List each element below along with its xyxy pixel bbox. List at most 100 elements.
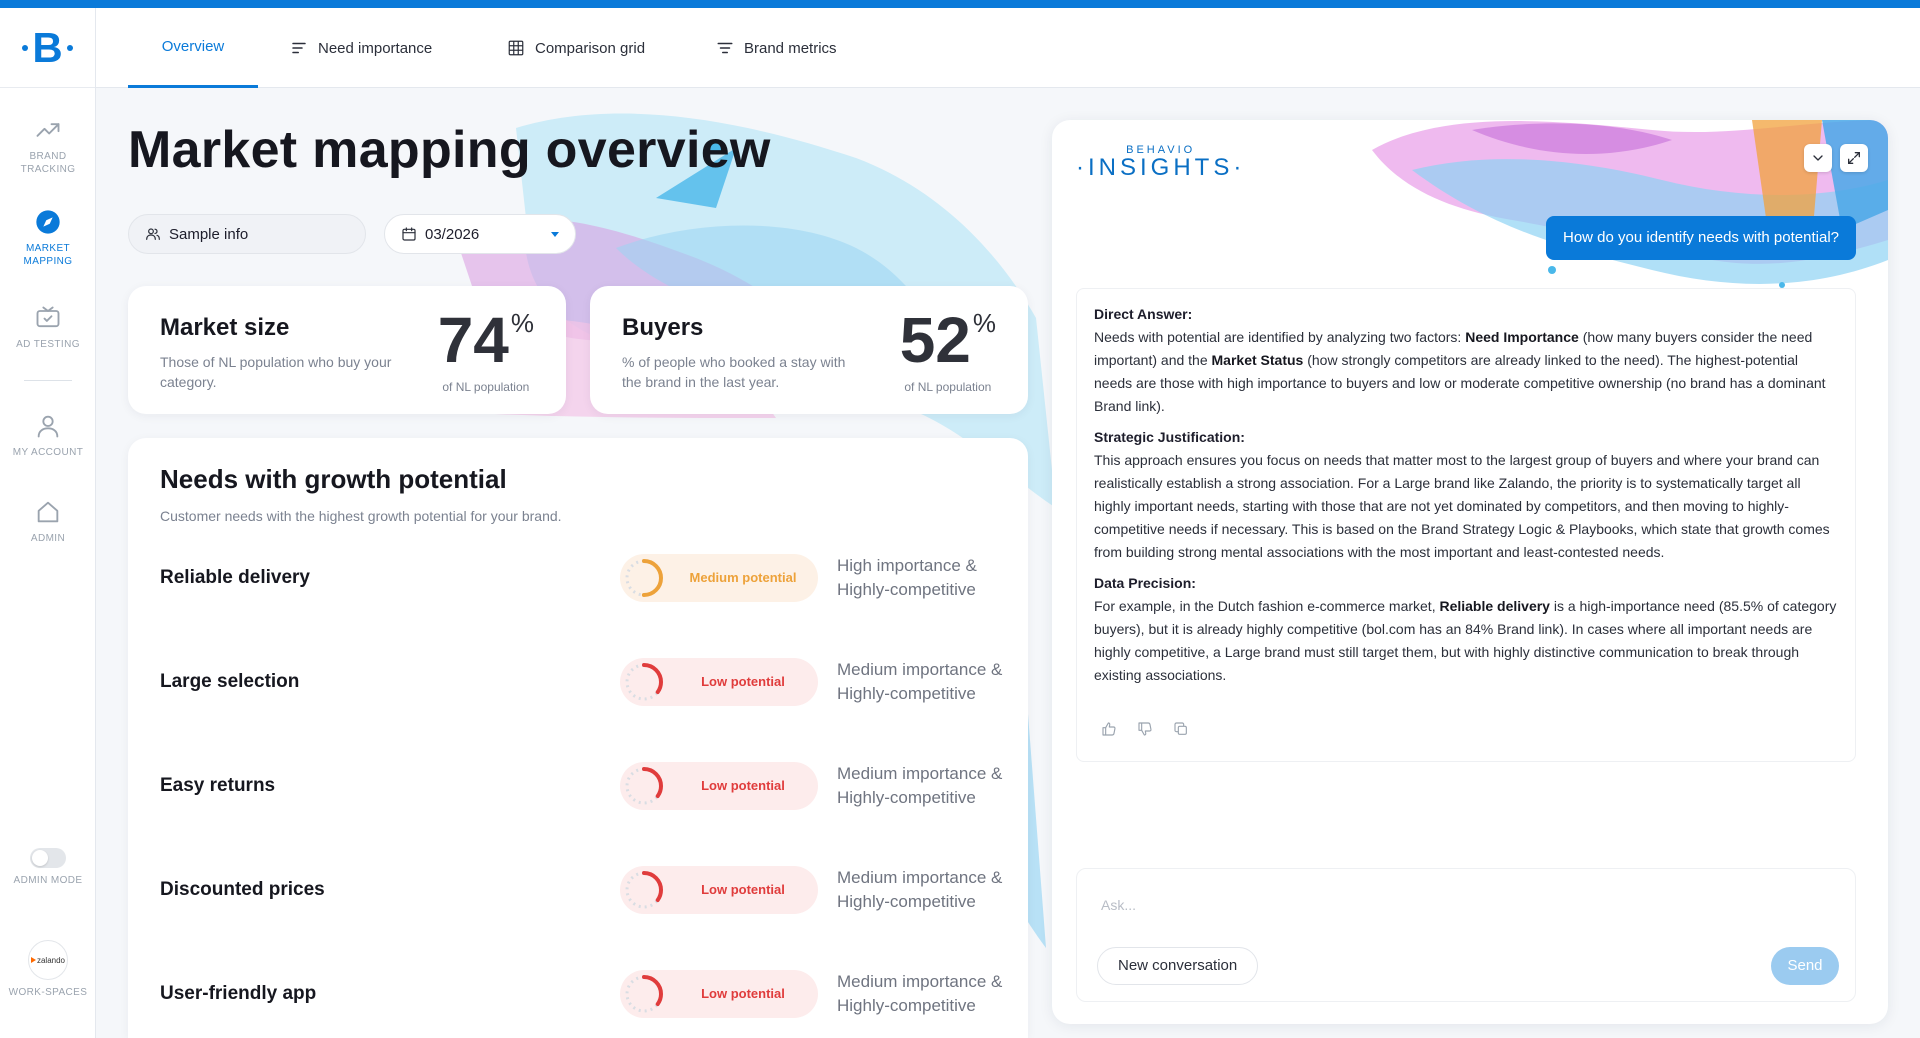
need-row[interactable]: Reliable delivery Medium potential High im… (160, 526, 1000, 630)
need-status: Medium importance & Highly-competitive (837, 972, 1003, 1015)
stat-title: Buyers (622, 314, 704, 341)
workspace-logo: zalando (28, 940, 68, 980)
grid-icon (508, 40, 524, 56)
workspace-logo-text: zalando (36, 955, 66, 965)
home-icon (37, 501, 59, 523)
tab-comparison-grid[interactable]: Comparison grid (507, 8, 645, 88)
need-row[interactable]: Large selection Low potential Medium impor… (160, 630, 1002, 734)
admin-mode-toggle[interactable] (30, 848, 66, 868)
need-status: Medium importance & Highly-competitive (837, 660, 1003, 703)
top-nav: Overview Need importance Comparison grid… (96, 8, 1920, 88)
tab-need-importance[interactable]: Need importance (290, 8, 432, 88)
ask-input[interactable] (1101, 893, 1801, 917)
bars-icon (292, 42, 306, 54)
sidebar-divider (24, 380, 72, 381)
need-name: Discounted prices (160, 879, 325, 900)
copy-icon[interactable] (1173, 721, 1189, 737)
date-select[interactable]: 03/2026 (384, 214, 576, 254)
need-name: Reliable delivery (160, 567, 310, 588)
sidebar-item-label: MY ACCOUNT (12, 447, 84, 458)
expand-button[interactable] (1840, 144, 1868, 172)
need-status: Medium importance & Highly-competitive (837, 868, 1003, 911)
precision-text: For example, in the Dutch fashion e-comm… (1094, 595, 1838, 687)
thumbs-down-icon[interactable] (1137, 721, 1153, 737)
sidebar-item-my-account[interactable]: MY ACCOUNT (0, 412, 96, 459)
direct-answer-text: Needs with potential are identified by a… (1094, 326, 1838, 418)
user-question-bubble: How do you identify needs with potential… (1545, 216, 1856, 260)
filter-icon (717, 42, 733, 54)
zalando-logo-mark (30, 957, 36, 963)
needs-subtitle: Customer needs with the highest growth p… (160, 508, 562, 524)
needs-title: Needs with growth potential (160, 464, 507, 494)
need-status: High importance & Highly-competitive (837, 556, 977, 599)
sidebar-item-label: ADMIN MODE (13, 875, 83, 886)
precision-heading: Data Precision: (1094, 575, 1196, 591)
insights-chat-panel: BEHAVIO ·INSIGHTS· How do you identify n… (1052, 120, 1888, 1024)
need-status: Medium importance & Highly-competitive (837, 764, 1003, 807)
expand-icon (1848, 152, 1860, 164)
sample-info-label: Sample info (169, 225, 249, 243)
top-accent-bar (0, 0, 1920, 8)
trend-line-icon (36, 123, 60, 137)
collapse-button[interactable] (1804, 144, 1832, 172)
potential-gauge (625, 767, 663, 805)
text-run: Needs with potential are identified by a… (1094, 329, 1466, 345)
stat-title: Market size (160, 314, 290, 341)
page-title: Market mapping overview (128, 121, 771, 179)
tab-label: Overview (161, 38, 225, 55)
calendar-icon (402, 227, 416, 241)
potential-gauge (625, 975, 663, 1013)
need-row[interactable]: User-friendly app Low potential Medium imp… (160, 942, 1002, 1038)
insights-logo: BEHAVIO ·INSIGHTS· (1076, 144, 1245, 180)
stat-value: 52 (899, 304, 971, 376)
potential-gauge (625, 663, 663, 701)
tv-check-icon (36, 306, 60, 328)
potential-badge: Medium potential (620, 554, 818, 602)
sample-info-button[interactable]: Sample info (128, 214, 366, 254)
chevron-down-icon (551, 231, 559, 237)
buyers-card: Buyers % of people who booked a stay wit… (590, 286, 1028, 414)
sidebar-item-brand-tracking[interactable]: BRAND TRACKING (0, 116, 96, 176)
need-name: User-friendly app (160, 983, 317, 1004)
stat-value: 74 (437, 304, 509, 376)
stat-unit: % (510, 308, 534, 338)
potential-label: Low potential (701, 882, 785, 897)
sidebar-item-label: ADMIN (30, 533, 66, 544)
sidebar-item-admin[interactable]: ADMIN (0, 498, 96, 545)
sidebar-item-label: AD TESTING (16, 339, 80, 350)
thumbs-up-icon[interactable] (1101, 721, 1117, 737)
date-value: 03/2026 (425, 225, 480, 243)
market-size-card: Market size Those of NL population who b… (128, 286, 566, 414)
stat-description: Those of NL population who buy your cate… (160, 354, 392, 390)
potential-label: Low potential (701, 778, 785, 793)
tab-label: Brand metrics (744, 39, 837, 57)
new-conversation-button[interactable]: New conversation (1097, 947, 1259, 985)
tab-label: Comparison grid (535, 39, 646, 57)
send-button[interactable]: Send (1771, 947, 1839, 985)
potential-badge: Low potential (620, 762, 818, 810)
need-row[interactable]: Discounted prices Low potential Medium imp… (160, 838, 1002, 942)
app-logo[interactable]: B (0, 8, 95, 88)
tab-overview[interactable]: Overview (128, 8, 258, 88)
sidebar-item-label: BRAND TRACKING (20, 151, 76, 175)
sidebar-item-market-mapping[interactable]: MARKET MAPPING (0, 208, 96, 268)
tab-label: Need importance (318, 39, 433, 57)
stat-number: 52% of NL population (900, 308, 996, 394)
sidebar-item-label: WORK-SPACES (8, 987, 88, 998)
logo-dot (22, 44, 29, 51)
potential-gauge (625, 871, 663, 909)
stat-number: 74% of NL population (438, 308, 534, 394)
chevron-down-icon (1813, 155, 1823, 161)
potential-badge: Low potential (620, 970, 818, 1018)
insights-logo-word: INSIGHTS (1088, 154, 1234, 181)
need-row[interactable]: Easy returns Low potential Medium importan… (160, 734, 1002, 838)
needs-growth-panel: Needs with growth potential Customer nee… (128, 438, 1028, 1038)
admin-mode-toggle-group: ADMIN MODE (0, 848, 96, 887)
tab-brand-metrics[interactable]: Brand metrics (716, 8, 837, 88)
sidebar-item-ad-testing[interactable]: AD TESTING (0, 304, 96, 351)
text-bold: Market Status (1211, 352, 1304, 368)
text-bold: Need Importance (1465, 329, 1579, 345)
stat-description: % of people who booked a stay with the b… (622, 354, 846, 390)
potential-label: Medium potential (689, 570, 797, 585)
sidebar-item-workspaces[interactable]: zalando WORK-SPACES (0, 940, 96, 999)
